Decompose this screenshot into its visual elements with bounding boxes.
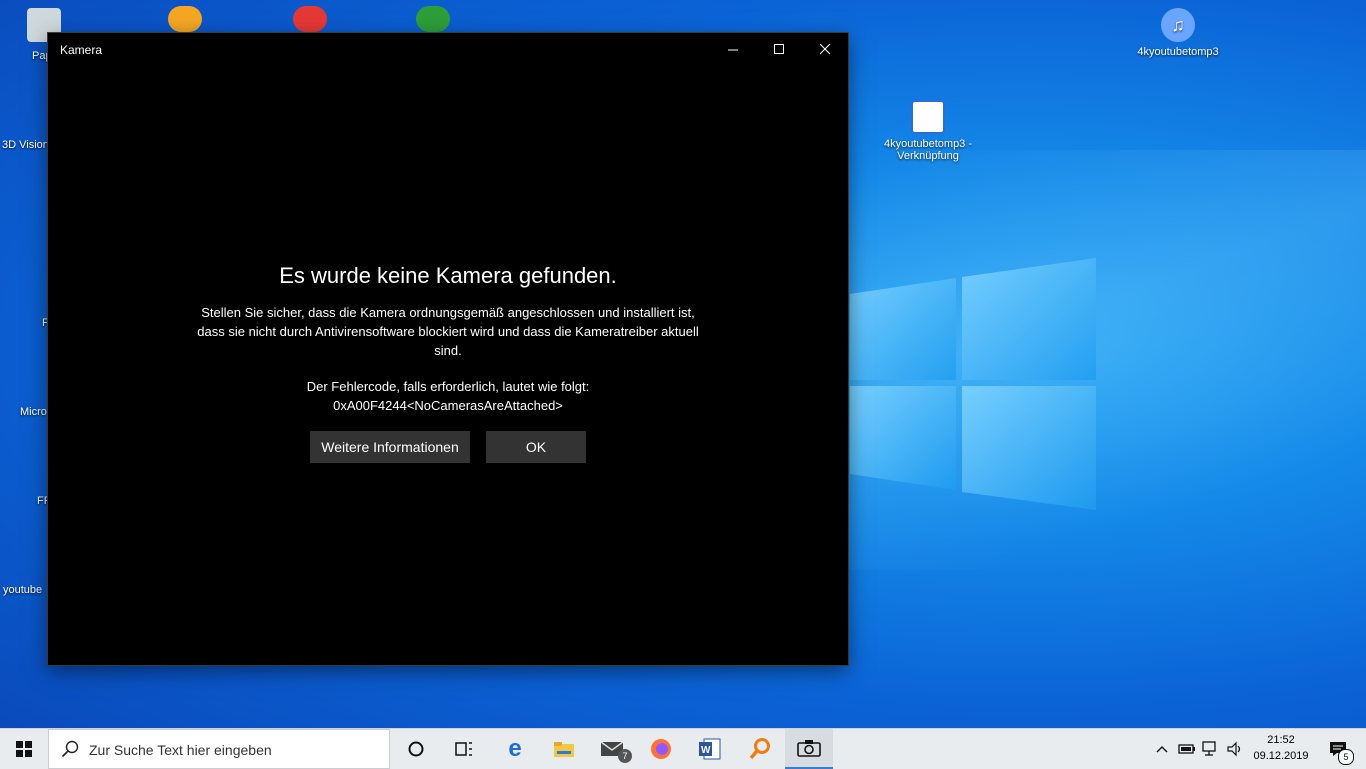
tray-battery[interactable] [1176,729,1198,769]
desktop-icon-4kyoutubetomp3[interactable]: ♫ 4kyoutubetomp3 [1130,8,1226,58]
network-icon [1202,741,1216,756]
taskbar-mail[interactable]: 7 [588,729,636,769]
taskbar-camera[interactable] [785,729,833,769]
music-cloud-icon: ♫ [1161,8,1195,42]
error-code-label: Der Fehlercode, falls erforderlich, laut… [306,379,590,394]
tray-volume[interactable] [1224,729,1246,769]
desktop-icon-green-app[interactable] [398,6,468,36]
tray-network[interactable] [1200,729,1222,769]
error-code-block: Der Fehlercode, falls erforderlich, laut… [48,377,848,415]
clock-date: 09.12.2019 [1253,750,1309,762]
error-content: Es wurde keine Kamera gefunden. Stellen … [48,263,848,463]
clock-time: 21:52 [1267,734,1295,746]
maximize-button[interactable] [756,33,802,65]
edge-icon: e [508,735,522,762]
taskbar-search-box[interactable]: Zur Suche Text hier eingeben [48,729,390,769]
search-placeholder: Zur Suche Text hier eingeben [89,742,272,758]
firefox-icon [651,739,671,759]
start-button[interactable] [0,729,48,769]
desktop-icon-label: 4kyoutubetomp3 [1137,46,1219,58]
minimize-icon [727,49,738,50]
taskbar-search-app[interactable] [736,729,784,769]
task-view-button[interactable] [440,729,488,769]
taskbar-edge[interactable]: e [491,729,539,769]
search-icon [61,740,79,758]
taskbar-firefox[interactable] [637,729,685,769]
desktop-label-micro[interactable]: Micro [20,406,47,418]
error-description: Stellen Sie sicher, dass die Kamera ordn… [197,305,699,358]
green-arrows-icon [416,6,450,32]
chevron-up-icon [1156,746,1168,753]
window-titlebar[interactable]: Kamera [48,33,848,65]
taskbar: Zur Suche Text hier eingeben e 7 W 21:52 [0,728,1366,769]
window-title: Kamera [60,43,103,57]
taskbar-clock[interactable]: 21:52 09.12.2019 [1248,732,1314,764]
svg-text:W: W [701,745,711,756]
magnifier-orange-icon [749,738,770,760]
shortcut-icon [911,100,945,134]
desktop-icon-browser[interactable] [150,6,220,36]
desktop-icon-4kyoutubetomp3-shortcut[interactable]: 4kyoutubetomp3 - Verknüpfung [880,100,976,162]
taskbar-word[interactable]: W [686,729,734,769]
minimize-button[interactable] [710,33,756,65]
maximize-icon [773,43,784,54]
error-code-value: 0xA00F4244<NoCamerasAreAttached> [333,398,563,413]
close-icon [819,43,830,54]
windows-wallpaper-logo [850,258,1096,510]
globe-icon [168,6,202,32]
tray-overflow-button[interactable] [1152,729,1172,769]
close-button[interactable] [802,33,848,65]
mail-count-badge: 7 [618,749,632,763]
folder-icon [554,742,574,757]
word-icon: W [699,738,721,760]
ok-button[interactable]: OK [486,431,586,463]
cortana-circle-icon [408,741,424,757]
notification-count-badge: 5 [1338,749,1354,765]
desktop-label-youtube[interactable]: youtube [3,584,42,596]
red-arrows-icon [293,6,327,32]
desktop-icon-label: 4kyoutubetomp3 - Verknüpfung [883,138,973,162]
desktop-icon-red-app[interactable] [275,6,345,36]
task-view-icon [455,742,472,756]
camera-window: Kamera Es wurde keine Kamera gefunden. S… [48,33,848,665]
action-center-button[interactable]: 5 [1318,729,1358,769]
camera-icon [797,740,821,757]
more-info-button[interactable]: Weitere Informationen [310,431,470,463]
cortana-button[interactable] [392,729,440,769]
speaker-icon [1227,741,1241,757]
desktop-label-3dvision[interactable]: 3D Vision [2,139,49,151]
dialog-buttons: Weitere Informationen OK [48,431,848,463]
error-headline: Es wurde keine Kamera gefunden. [279,263,617,288]
battery-icon [1178,744,1195,754]
windows-start-icon [16,741,32,757]
taskbar-file-explorer[interactable] [540,729,588,769]
